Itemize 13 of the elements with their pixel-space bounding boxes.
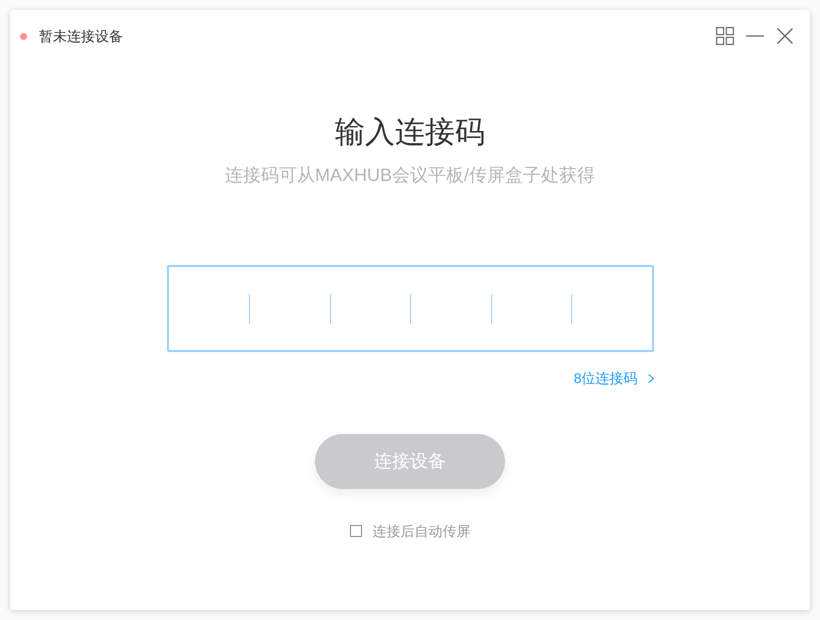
checkbox[interactable] bbox=[350, 525, 362, 537]
checkbox-label[interactable]: 连接后自动传屏 bbox=[372, 521, 470, 541]
grid-icon bbox=[716, 27, 734, 45]
layout-button[interactable] bbox=[716, 27, 734, 45]
minimize-icon bbox=[746, 35, 764, 37]
alt-code-link[interactable]: 8位连接码 bbox=[574, 368, 654, 388]
window-title: 暂未连接设备 bbox=[39, 26, 123, 46]
page-subtitle: 连接码可从MAXHUB会议平板/传屏盒子处获得 bbox=[224, 164, 595, 187]
code-input-box[interactable] bbox=[166, 265, 654, 352]
page-heading: 输入连接码 bbox=[335, 115, 485, 151]
chevron-icon bbox=[648, 374, 654, 382]
close-icon bbox=[777, 28, 793, 44]
close-button[interactable] bbox=[776, 27, 794, 45]
